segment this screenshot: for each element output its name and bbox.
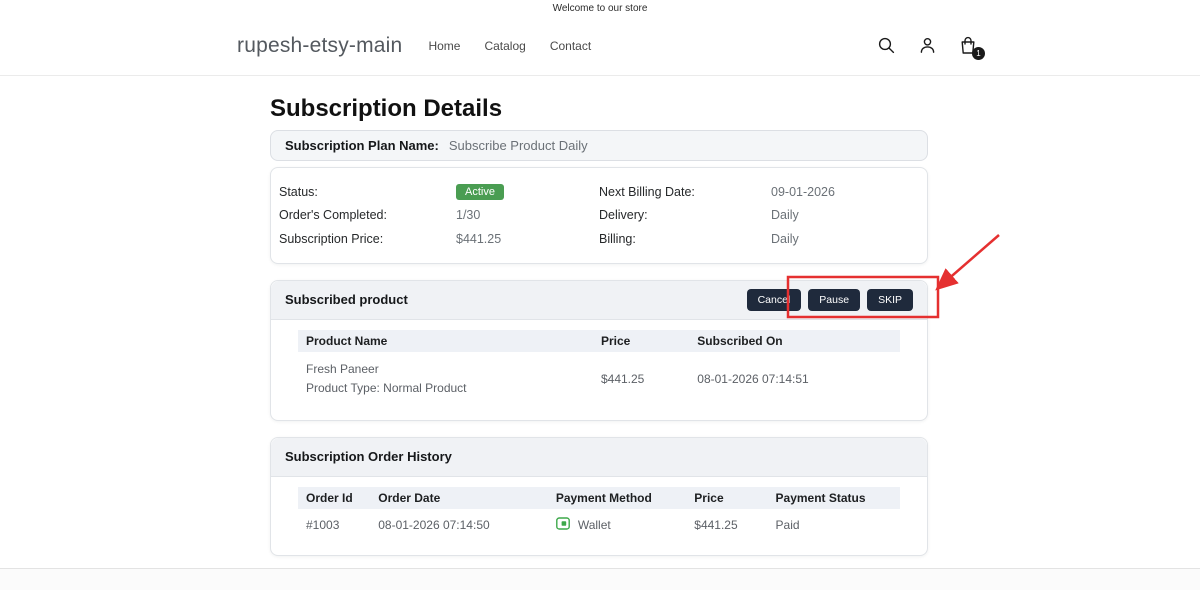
search-icon[interactable] bbox=[872, 32, 900, 60]
next-billing-value: 09-01-2026 bbox=[771, 184, 835, 199]
nav-catalog[interactable]: Catalog bbox=[484, 39, 525, 53]
delivery-label: Delivery: bbox=[599, 208, 648, 223]
order-history-header: Subscription Order History bbox=[271, 437, 927, 477]
detail-row-subscription-price: Subscription Price: $441.25 bbox=[279, 227, 599, 251]
product-table-header-row: Product Name Price Subscribed On bbox=[298, 329, 900, 352]
page-title: Subscription Details bbox=[270, 95, 503, 122]
product-name-cell: Fresh Paneer Product Type: Normal Produc… bbox=[298, 352, 593, 408]
order-id-header: Order Id bbox=[298, 486, 371, 509]
announcement-text: Welcome to our store bbox=[552, 2, 648, 14]
annotation-arrow bbox=[935, 234, 1000, 291]
order-price-header: Price bbox=[686, 486, 768, 509]
plan-name-value: Subscribe Product Daily bbox=[448, 138, 588, 153]
account-icon[interactable] bbox=[913, 32, 941, 60]
site-header: rupesh-etsy-main Home Catalog Contact 1 bbox=[0, 16, 1200, 76]
announcement-bar: Welcome to our store bbox=[0, 0, 1200, 16]
plan-name-label: Subscription Plan Name: bbox=[285, 138, 439, 153]
product-type: Product Type: Normal Product bbox=[306, 380, 467, 395]
payment-method-text: Wallet bbox=[577, 517, 611, 532]
subscribed-product-body: Product Name Price Subscribed On Fresh P… bbox=[271, 320, 927, 420]
order-history-row: #1003 08-01-2026 07:14:50 Wallet $441.25 bbox=[298, 509, 900, 543]
cart-count-badge: 1 bbox=[972, 46, 985, 60]
order-date-cell: 08-01-2026 07:14:50 bbox=[378, 517, 490, 532]
product-subscribed-on-cell: 08-01-2026 07:14:51 bbox=[697, 371, 809, 386]
order-price-cell: $441.25 bbox=[694, 517, 738, 532]
main-content: Subscription Details Subscription Plan N… bbox=[270, 94, 928, 556]
orders-completed-value: 1/30 bbox=[456, 208, 481, 223]
site-footer bbox=[0, 567, 1200, 590]
detail-row-delivery: Delivery: Daily bbox=[599, 204, 927, 228]
subscription-details-card: Status: Active Order's Completed: 1/30 S… bbox=[270, 167, 928, 264]
billing-label: Billing: bbox=[599, 231, 636, 246]
status-label: Status: bbox=[279, 184, 318, 199]
order-date-header: Order Date bbox=[370, 486, 548, 509]
store-logo[interactable]: rupesh-etsy-main bbox=[237, 34, 402, 58]
price-header: Price bbox=[592, 329, 690, 352]
skip-button[interactable]: SKIP bbox=[867, 288, 913, 311]
subscription-price-label: Subscription Price: bbox=[279, 231, 384, 246]
order-history-table: Order Id Order Date Payment Method Price… bbox=[298, 486, 900, 543]
order-history-header-row: Order Id Order Date Payment Method Price… bbox=[298, 486, 900, 509]
subscription-action-buttons: Cancel Pause SKIP bbox=[746, 288, 919, 311]
subscribed-on-header: Subscribed On bbox=[689, 329, 900, 352]
product-name: Fresh Paneer bbox=[306, 361, 379, 376]
subscribed-product-title: Subscribed product bbox=[285, 292, 408, 307]
subscribed-product-header: Subscribed product Cancel Pause SKIP bbox=[271, 280, 927, 320]
delivery-value: Daily bbox=[771, 208, 799, 223]
cancel-button[interactable]: Cancel bbox=[746, 288, 802, 311]
payment-status-header: Payment Status bbox=[767, 486, 900, 509]
detail-row-billing: Billing: Daily bbox=[599, 227, 927, 251]
billing-value: Daily bbox=[771, 231, 799, 246]
order-history-title: Subscription Order History bbox=[285, 449, 452, 464]
detail-row-next-billing: Next Billing Date: 09-01-2026 bbox=[599, 180, 927, 204]
payment-method-cell: Wallet bbox=[548, 509, 686, 543]
main-nav: Home Catalog Contact bbox=[428, 39, 591, 53]
next-billing-label: Next Billing Date: bbox=[599, 184, 695, 199]
subscribed-product-table: Product Name Price Subscribed On Fresh P… bbox=[298, 329, 900, 408]
details-right-column: Next Billing Date: 09-01-2026 Delivery: … bbox=[599, 180, 927, 251]
product-price-cell: $441.25 bbox=[600, 371, 645, 386]
subscription-price-value: $441.25 bbox=[456, 231, 502, 246]
payment-status-cell: Paid bbox=[775, 517, 800, 532]
detail-row-status: Status: Active bbox=[279, 180, 599, 204]
order-id-cell: #1003 bbox=[306, 517, 340, 532]
cart-icon[interactable]: 1 bbox=[954, 32, 985, 60]
orders-completed-label: Order's Completed: bbox=[279, 208, 387, 223]
wallet-icon bbox=[555, 516, 570, 533]
nav-home[interactable]: Home bbox=[428, 39, 460, 53]
status-badge: Active bbox=[456, 183, 504, 200]
detail-row-orders-completed: Order's Completed: 1/30 bbox=[279, 204, 599, 228]
order-history-body: Order Id Order Date Payment Method Price… bbox=[271, 477, 927, 555]
order-history-card: Subscription Order History Order Id Orde… bbox=[270, 436, 928, 556]
subscription-plan-box: Subscription Plan Name: Subscribe Produc… bbox=[270, 130, 928, 161]
nav-contact[interactable]: Contact bbox=[550, 39, 591, 53]
details-left-column: Status: Active Order's Completed: 1/30 S… bbox=[279, 180, 599, 251]
product-name-header: Product Name bbox=[298, 329, 593, 352]
payment-method-header: Payment Method bbox=[547, 486, 687, 509]
pause-button[interactable]: Pause bbox=[808, 288, 861, 311]
header-icons: 1 bbox=[872, 32, 985, 60]
product-table-row: Fresh Paneer Product Type: Normal Produc… bbox=[298, 352, 900, 408]
subscribed-product-card: Subscribed product Cancel Pause SKIP Pro… bbox=[270, 279, 928, 421]
